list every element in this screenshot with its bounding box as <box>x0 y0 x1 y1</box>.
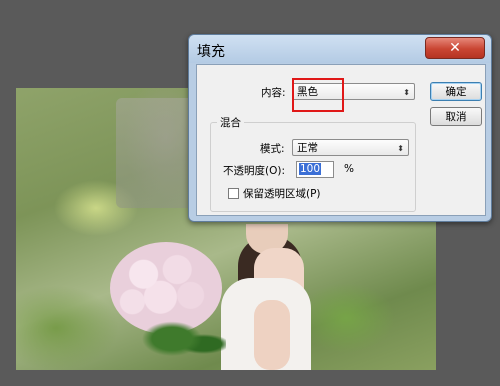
photo-leaves <box>136 318 226 370</box>
dialog-titlebar[interactable]: 填充 ✕ <box>189 35 491 63</box>
ok-button[interactable]: 确定 <box>430 82 482 101</box>
fill-dialog: 填充 ✕ 内容: 黑色 ⬍ 混合 模式: 正常 ⬍ 不透明度(O): 100 %… <box>188 34 492 222</box>
opacity-unit: % <box>344 163 354 175</box>
blend-group-title: 混合 <box>217 115 244 130</box>
mode-select-value: 正常 <box>297 142 318 154</box>
dialog-title: 填充 <box>197 44 225 60</box>
preserve-transparency-checkbox[interactable] <box>228 188 239 199</box>
mode-label: 模式: <box>260 143 285 155</box>
mode-select[interactable]: 正常 ⬍ <box>292 139 409 156</box>
cancel-button[interactable]: 取消 <box>430 107 482 126</box>
annotation-highlight-box <box>292 78 344 112</box>
dialog-body: 内容: 黑色 ⬍ 混合 模式: 正常 ⬍ 不透明度(O): 100 % 保留透明… <box>196 64 486 216</box>
opacity-input[interactable]: 100 <box>296 161 334 178</box>
chevron-updown-icon: ⬍ <box>403 88 410 97</box>
opacity-input-value: 100 <box>299 163 322 175</box>
content-label: 内容: <box>261 87 286 99</box>
close-icon: ✕ <box>449 40 461 56</box>
close-button[interactable]: ✕ <box>425 37 485 59</box>
chevron-updown-icon: ⬍ <box>397 144 404 153</box>
opacity-label: 不透明度(O): <box>223 165 285 177</box>
preserve-transparency-label[interactable]: 保留透明区域(P) <box>243 186 321 201</box>
photo-arm <box>254 300 290 370</box>
